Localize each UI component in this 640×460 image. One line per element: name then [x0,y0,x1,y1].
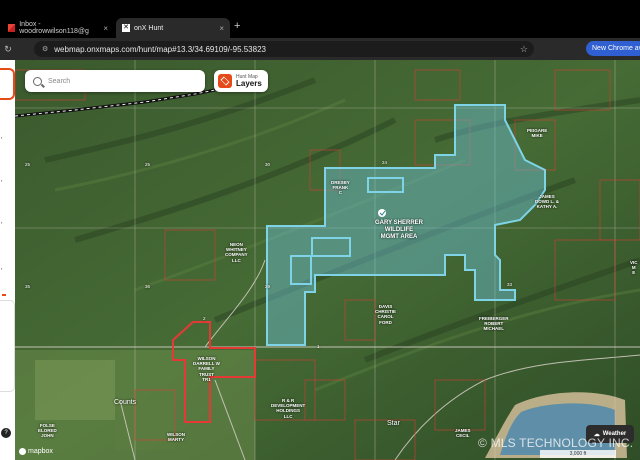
sidebar-item[interactable]: ▪ [1,220,2,225]
label-wildlife-mgmt-area[interactable]: GARY SHERRER WILDLIFE MGMT AREA [375,220,423,241]
section-number: 30 [265,162,271,167]
label-parcel[interactable]: FOLSE ELORED JOHN [38,423,57,439]
scale-label: 3,000 ft [569,451,587,457]
watermark: © MLS TECHNOLOGY INC. [478,436,634,450]
reload-icon[interactable]: ↻ [2,44,14,55]
new-tab-button[interactable]: + [234,20,240,32]
gmail-icon [8,24,16,32]
tab-title: onX Hunt [134,24,164,32]
search-icon [33,76,42,86]
label-parcel[interactable]: PEIGARE MIKE [527,128,547,138]
map-layer [15,60,640,460]
label-parcel[interactable]: JAMES DOWD L. & KATHY A. [535,194,559,210]
site-info-icon[interactable]: ⚙ [42,45,48,53]
url-text: webmap.onxmaps.com/hunt/map#13.3/34.6910… [54,44,266,54]
sidebar-logo[interactable] [0,68,15,100]
layers-icon [218,74,232,88]
sidebar-accent [2,294,6,296]
section-number: 33 [507,282,513,287]
search-placeholder: Search [48,77,71,85]
tab-title: Inbox - woodrowwilson118@g [19,21,89,35]
label-parcel[interactable]: JAMES CECIL [455,428,471,438]
sidebar-item[interactable]: ▪ [1,135,2,140]
sidebar-item[interactable]: ▪ [1,266,2,271]
tab-bar: Inbox - woodrowwilson118@g × ✕ onX Hunt … [0,0,640,38]
label-parcel[interactable]: DAVIS CHRISTIE CAROL FORD [375,304,396,325]
mapbox-icon [19,448,26,455]
sidebar-item[interactable]: ▪ [1,178,2,183]
section-number: 35 [25,284,31,289]
label-parcel[interactable]: DRESBY FRANK C [331,180,350,196]
onx-icon: ✕ [122,24,130,32]
tab-gmail[interactable]: Inbox - woodrowwilson118@g × [2,18,114,38]
label-parcel[interactable]: R & R DEVELOPMENT HOLDINGS LLC [271,398,305,419]
map-canvas[interactable]: GARY SHERRER WILDLIFE MGMT AREA PEIGARE … [15,60,640,460]
new-chrome-available-button[interactable]: New Chrome ava [586,41,640,56]
section-number: 1 [317,344,320,349]
section-number: 2 [203,316,206,321]
layers-title: Layers [236,78,262,88]
address-bar-row: ↻ ⚙ webmap.onxmaps.com/hunt/map#13.3/34.… [0,38,640,90]
search-input[interactable]: Search [25,70,205,92]
sidebar-panel-edge [0,300,15,392]
town-label: Counts [114,399,137,406]
bookmark-star-icon[interactable]: ☆ [520,44,528,55]
section-number: 25 [145,162,151,167]
section-number: 24 [382,160,388,165]
left-sidebar: ▪ ▪ ▪ ▪ ? [0,60,15,460]
section-number: 36 [145,284,151,289]
mapbox-logo[interactable]: mapbox [19,448,53,455]
close-icon[interactable]: × [219,24,224,33]
help-icon[interactable]: ? [1,428,11,438]
mapbox-text: mapbox [28,448,53,455]
label-parcel[interactable]: NEON WHITNEY COMPANY LLC [225,242,248,263]
label-parcel[interactable]: WILSON MARTY [167,432,185,442]
town-label: Star [387,420,400,427]
label-parcel[interactable]: WILSON DARRELL W FAMILY TRUST TR1 [193,356,220,382]
tab-onx-hunt[interactable]: ✕ onX Hunt × [116,18,230,38]
label-parcel[interactable]: VIC M E [630,260,638,276]
close-icon[interactable]: × [103,24,108,33]
scale-bar: 3,000 ft [540,450,616,458]
label-parcel[interactable]: FREIBERGER ROBERT MICHAEL [479,316,509,332]
section-number: 29 [265,284,271,289]
section-number: 25 [25,162,31,167]
layers-button[interactable]: Hunt Map Layers [214,70,268,92]
omnibox[interactable]: ⚙ webmap.onxmaps.com/hunt/map#13.3/34.69… [34,41,534,57]
